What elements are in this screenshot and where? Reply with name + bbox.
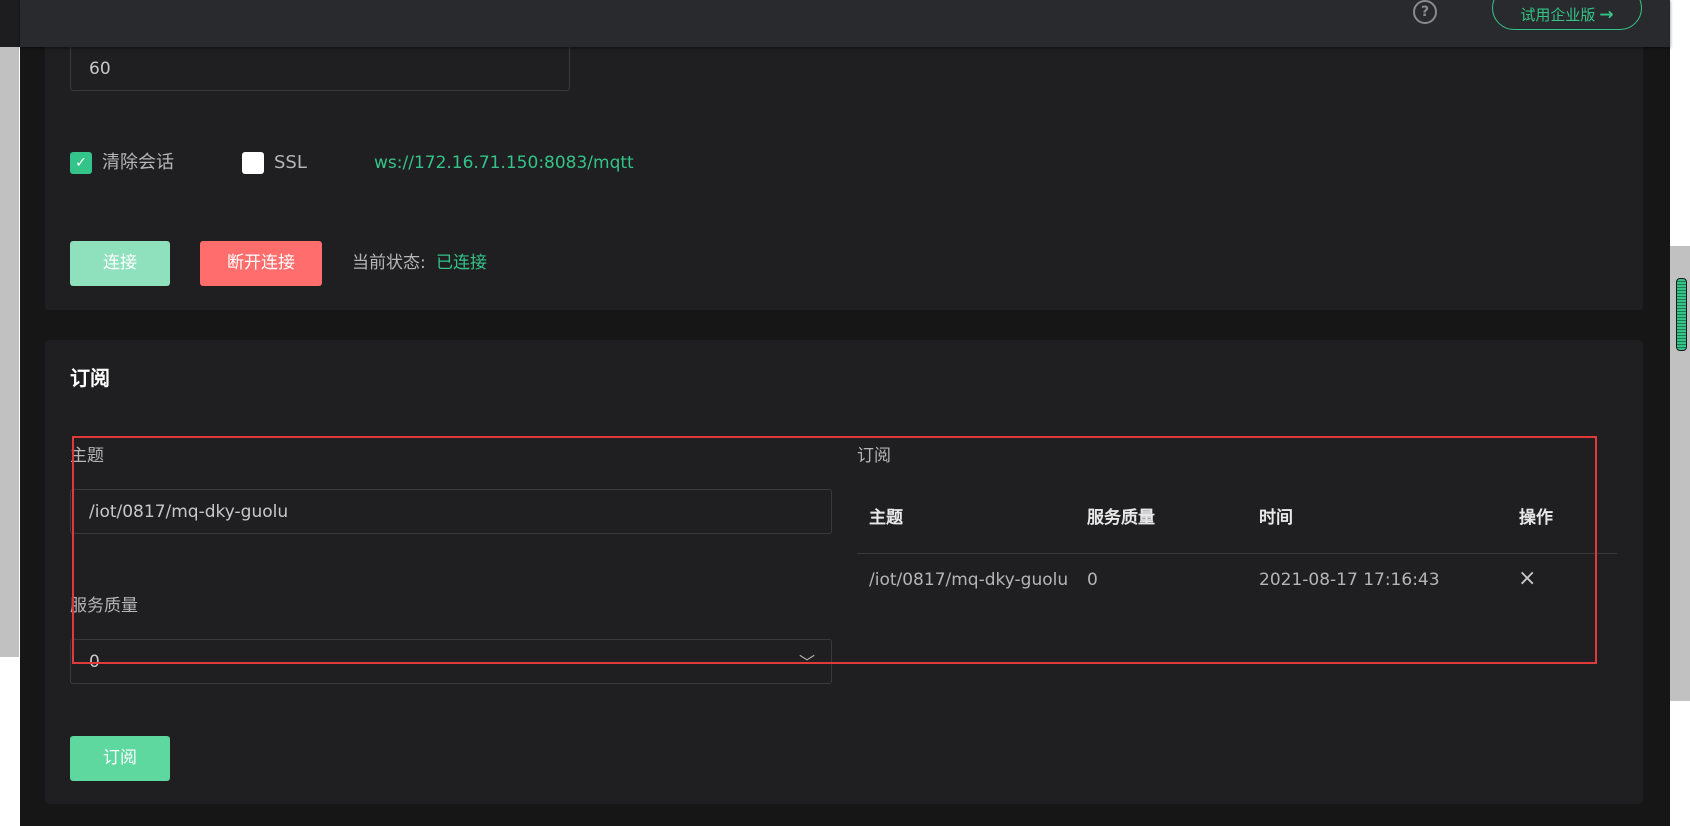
row-time: 2021-08-17 17:16:43 xyxy=(1259,570,1440,590)
connection-url: ws://172.16.71.150:8083/mqtt xyxy=(374,153,634,173)
left-scrollbar[interactable] xyxy=(0,47,19,657)
row-topic: /iot/0817/mq-dky-guolu xyxy=(869,570,1069,590)
help-icon[interactable]: ? xyxy=(1413,0,1437,24)
table-header-action: 操作 xyxy=(1519,508,1553,528)
clean-session-label: 清除会话 xyxy=(102,152,174,173)
trial-enterprise-button[interactable]: 试用企业版 → xyxy=(1492,0,1642,30)
qos-label: 服务质量 xyxy=(70,596,138,616)
qos-selected-value: 0 xyxy=(89,652,100,672)
ssl-label: SSL xyxy=(274,152,307,173)
subscriptions-title: 订阅 xyxy=(857,446,891,466)
qos-select[interactable]: 0 ﹀ xyxy=(70,639,832,684)
row-qos: 0 xyxy=(1087,570,1098,590)
topic-input[interactable]: /iot/0817/mq-dky-guolu xyxy=(70,489,832,534)
subscribe-section-title: 订阅 xyxy=(70,366,110,390)
left-gutter-top xyxy=(0,0,20,47)
clean-session-checkbox[interactable]: ✓ xyxy=(70,152,92,174)
table-divider xyxy=(857,553,1617,554)
table-header-qos: 服务质量 xyxy=(1087,508,1155,528)
right-scrollbar-thumb[interactable] xyxy=(1676,278,1687,351)
keepalive-input[interactable]: 60 xyxy=(70,45,570,91)
topic-label: 主题 xyxy=(70,446,104,466)
table-header-time: 时间 xyxy=(1259,508,1293,528)
ssl-checkbox[interactable] xyxy=(242,152,264,174)
arrow-right-icon: → xyxy=(1599,5,1614,25)
status-label: 当前状态: xyxy=(352,253,426,273)
table-header-topic: 主题 xyxy=(869,508,903,528)
check-icon: ✓ xyxy=(75,155,87,171)
chevron-down-icon: ﹀ xyxy=(798,653,815,672)
connect-button[interactable]: 连接 xyxy=(70,241,170,286)
subscribe-button[interactable]: 订阅 xyxy=(70,736,170,781)
trial-enterprise-label: 试用企业版 xyxy=(1520,6,1596,24)
app-window: ? 试用企业版 → 60 ✓ 清除会话 SSL ws://172.16.71.15… xyxy=(0,0,1690,826)
disconnect-button[interactable]: 断开连接 xyxy=(200,241,322,286)
close-icon[interactable]: × xyxy=(1518,566,1536,592)
status-value: 已连接 xyxy=(436,253,487,273)
